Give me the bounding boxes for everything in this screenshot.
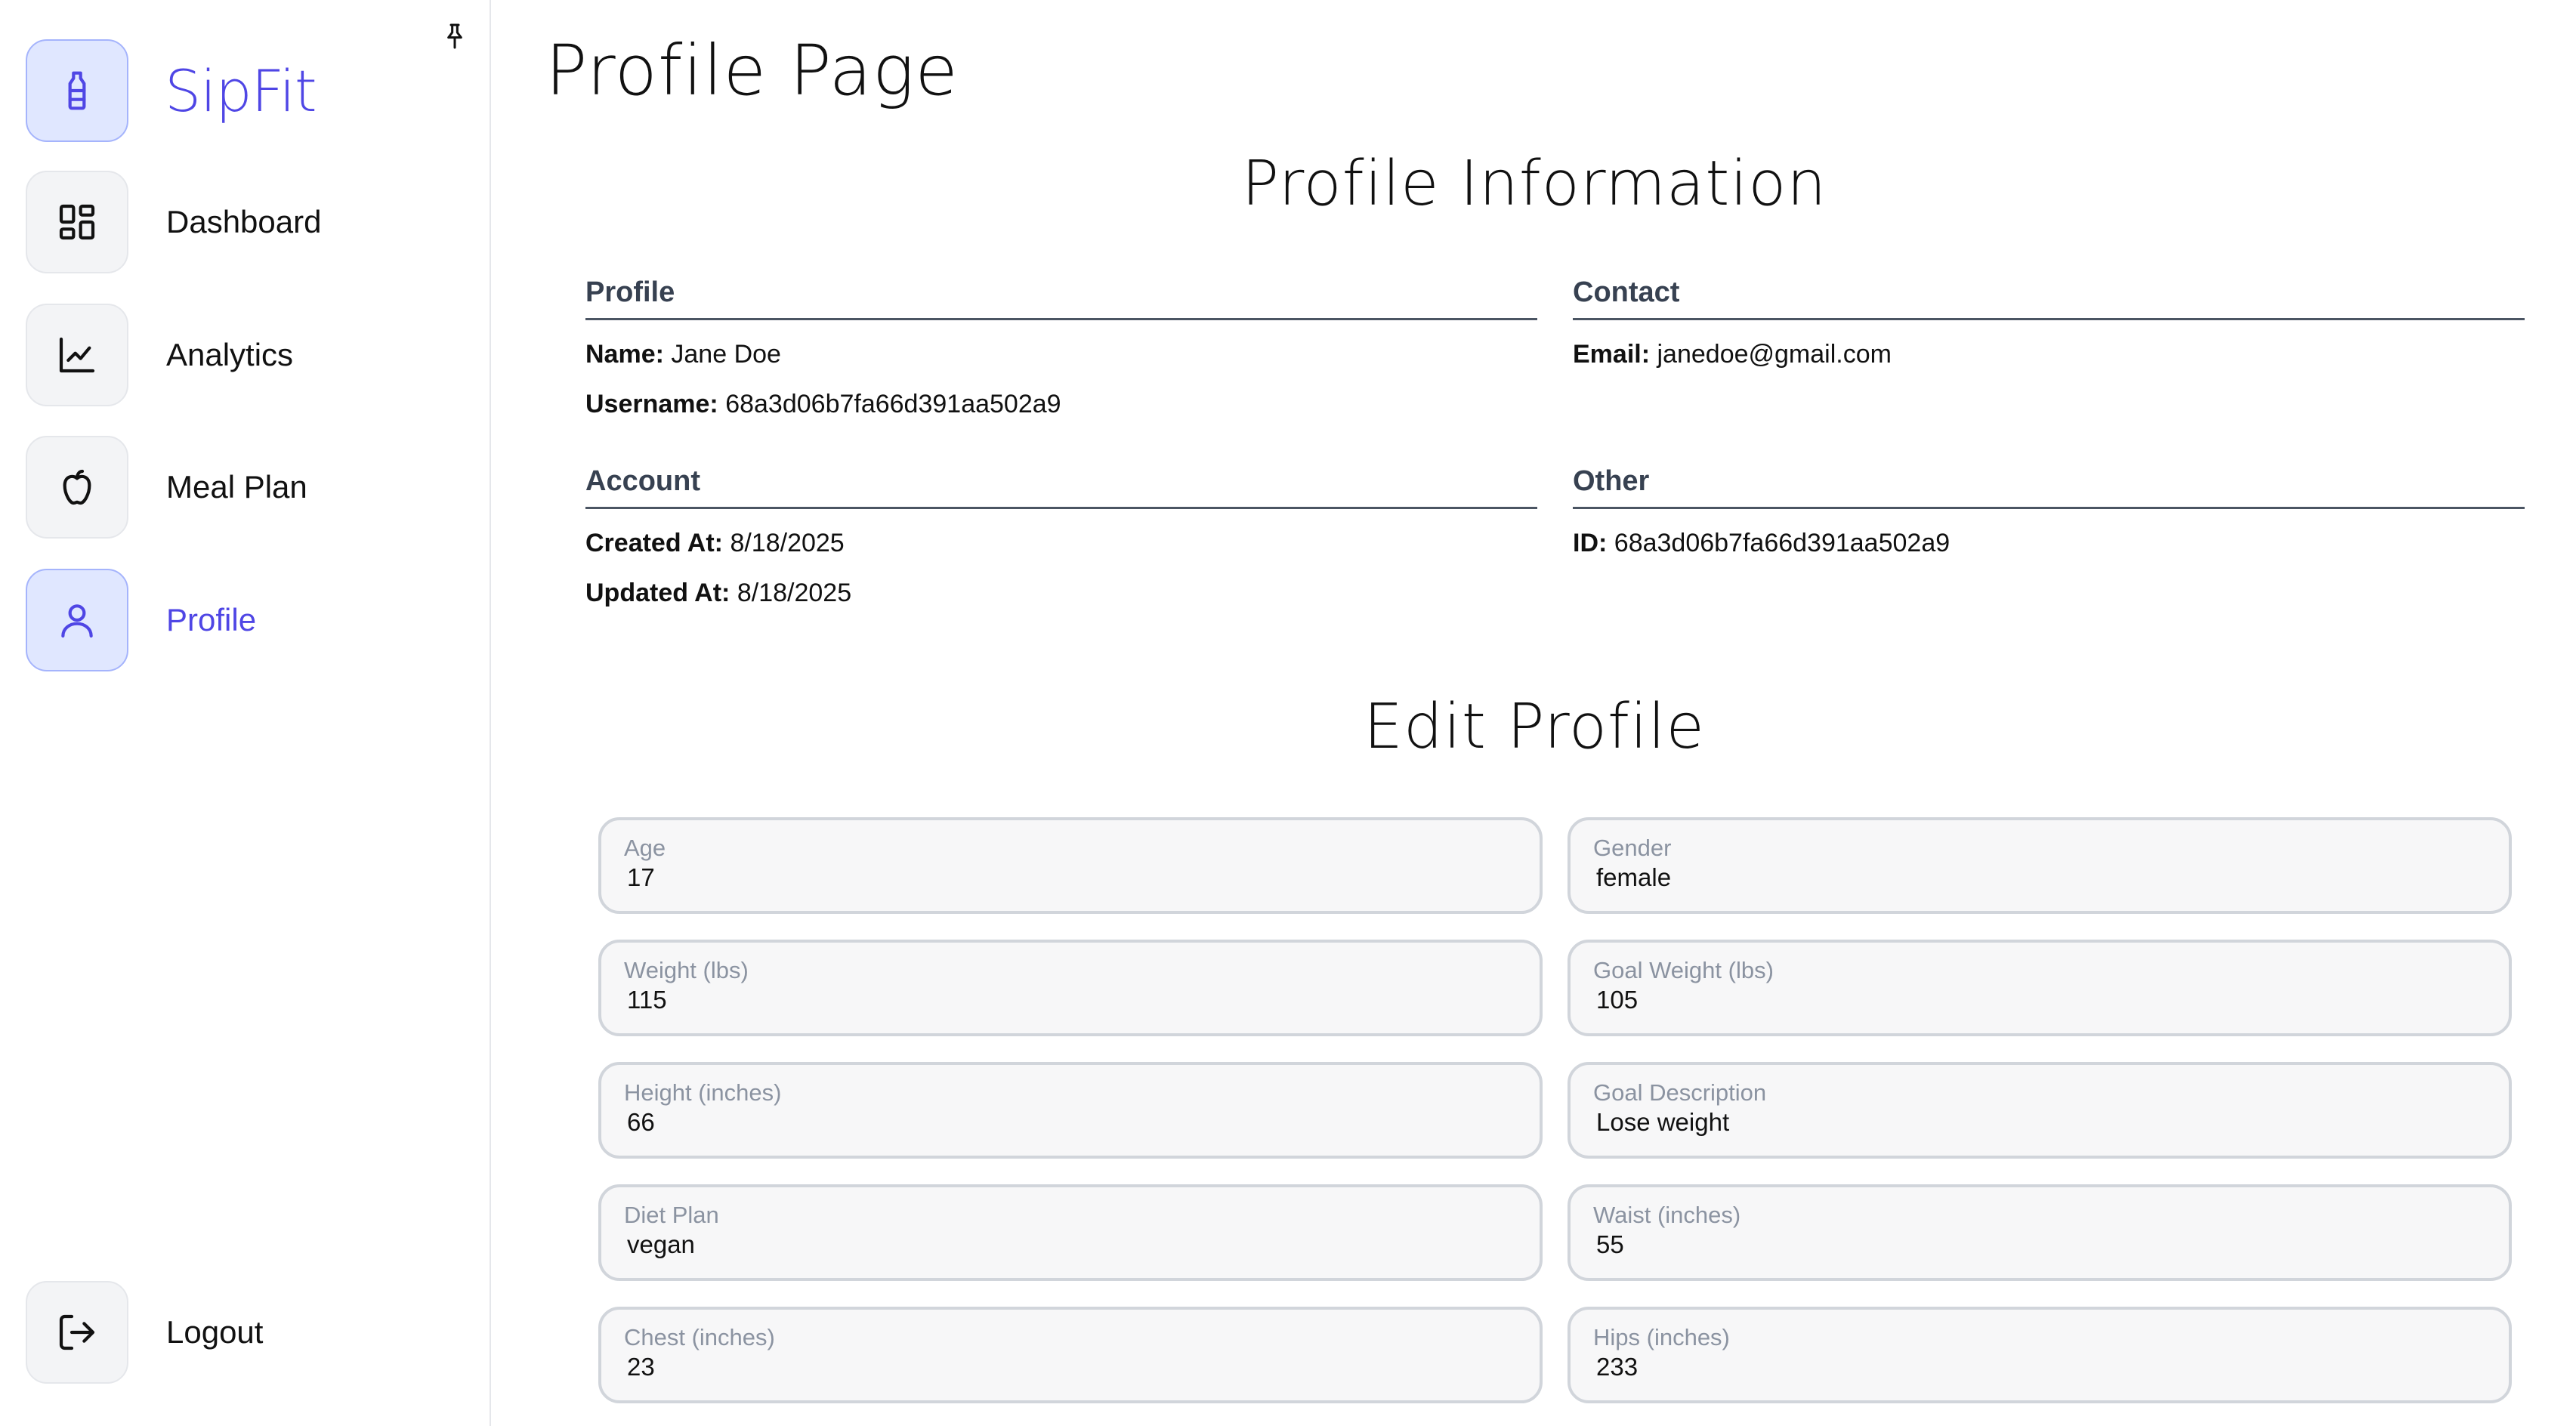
- created-at-value: 8/18/2025: [730, 529, 845, 557]
- page-title: Profile Page: [545, 30, 959, 111]
- user-icon: [26, 569, 128, 671]
- chart-line-icon: [26, 304, 128, 406]
- logout-icon: [26, 1281, 128, 1384]
- height-field[interactable]: Height (inches) 66: [598, 1062, 1543, 1159]
- goal-description-field[interactable]: Goal Description Lose weight: [1568, 1062, 2512, 1159]
- main-content: Profile Page Profile Information Profile…: [493, 0, 2576, 1426]
- hips-field[interactable]: Hips (inches) 233: [1568, 1307, 2512, 1403]
- updated-at-value: 8/18/2025: [737, 579, 852, 607]
- sidebar-item-label: Profile: [166, 602, 257, 637]
- pin-icon[interactable]: [440, 21, 470, 51]
- grid-icon: [26, 171, 128, 273]
- gender-field[interactable]: Gender female: [1568, 817, 2512, 914]
- chest-field[interactable]: Chest (inches) 23: [598, 1307, 1543, 1403]
- username-row: Username: 68a3d06b7fa66d391aa502a9: [585, 390, 1061, 418]
- sidebar: SipFit Dashboard Analytics Meal Plan Pro…: [0, 0, 491, 1426]
- sidebar-item-dashboard[interactable]: Dashboard: [26, 171, 321, 273]
- created-at-row: Created At: 8/18/2025: [585, 529, 845, 557]
- updated-at-row: Updated At: 8/18/2025: [585, 579, 852, 607]
- waist-field[interactable]: Waist (inches) 55: [1568, 1184, 2512, 1281]
- id-value: 68a3d06b7fa66d391aa502a9: [1614, 529, 1951, 557]
- name-row: Name: Jane Doe: [585, 340, 781, 369]
- brand-name: SipFit: [165, 57, 317, 125]
- edit-profile-title: Edit Profile: [1364, 691, 1705, 763]
- sidebar-item-analytics[interactable]: Analytics: [26, 304, 293, 406]
- email-value: janedoe@gmail.com: [1657, 340, 1892, 369]
- profile-information-title: Profile Information: [1241, 148, 1827, 220]
- name-value: Jane Doe: [671, 340, 781, 369]
- weight-field[interactable]: Weight (lbs) 115: [598, 940, 1543, 1036]
- email-row: Email: janedoe@gmail.com: [1573, 340, 1892, 369]
- id-row: ID: 68a3d06b7fa66d391aa502a9: [1573, 529, 1951, 557]
- section-heading: Account: [585, 465, 1537, 509]
- logout-label: Logout: [166, 1314, 264, 1350]
- age-field[interactable]: Age 17: [598, 817, 1543, 914]
- sidebar-item-label: Meal Plan: [166, 469, 307, 505]
- apple-icon: [26, 436, 128, 539]
- section-heading: Other: [1573, 465, 2525, 509]
- logout-button[interactable]: Logout: [26, 1281, 263, 1384]
- sidebar-item-label: Analytics: [166, 337, 294, 372]
- section-heading: Profile: [585, 276, 1537, 320]
- account-section: Account Created At: 8/18/2025 Updated At…: [585, 465, 1537, 610]
- diet-plan-field[interactable]: Diet Plan vegan: [598, 1184, 1543, 1281]
- sidebar-item-profile[interactable]: Profile: [26, 569, 256, 671]
- bottle-icon: [26, 39, 128, 142]
- profile-section: Profile Name: Jane Doe Username: 68a3d06…: [585, 276, 1537, 421]
- contact-section: Contact Email: janedoe@gmail.com: [1573, 276, 2525, 372]
- brand[interactable]: SipFit: [26, 39, 317, 142]
- sidebar-item-label: Dashboard: [166, 204, 322, 239]
- other-section: Other ID: 68a3d06b7fa66d391aa502a9: [1573, 465, 2525, 560]
- sidebar-item-meal-plan[interactable]: Meal Plan: [26, 436, 307, 539]
- goal-weight-field[interactable]: Goal Weight (lbs) 105: [1568, 940, 2512, 1036]
- username-value: 68a3d06b7fa66d391aa502a9: [725, 390, 1061, 418]
- section-heading: Contact: [1573, 276, 2525, 320]
